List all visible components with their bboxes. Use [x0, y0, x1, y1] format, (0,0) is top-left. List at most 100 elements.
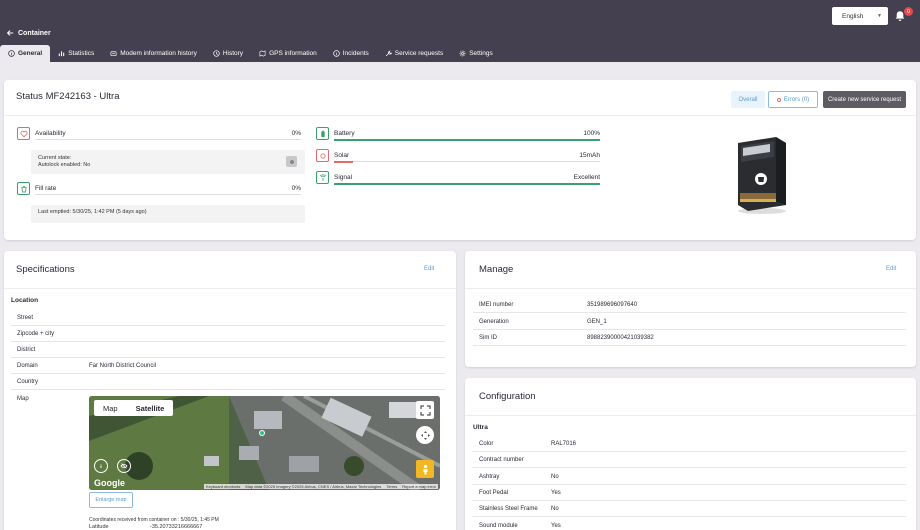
ashtray-value: No: [551, 473, 559, 480]
solar-value: 15mAh: [579, 152, 600, 159]
info-icon: [100, 464, 102, 468]
tab-label: Service requests: [394, 50, 444, 57]
heart-icon: [17, 127, 30, 140]
bar-chart-icon: [59, 51, 65, 57]
tab-general[interactable]: General: [0, 45, 51, 62]
map-info-button[interactable]: [94, 459, 108, 473]
specifications-edit-link[interactable]: Edit: [424, 266, 434, 272]
tab-history[interactable]: History: [205, 45, 251, 62]
signal-metric: Signal Excellent: [316, 171, 600, 185]
tab-statistics[interactable]: Statistics: [50, 45, 102, 62]
tab-incidents[interactable]: Incidents: [325, 45, 377, 62]
battery-label: Battery: [334, 130, 355, 137]
status-card: Status MF242163 - Ultra Overall Errors (…: [4, 80, 916, 240]
map-camera-control[interactable]: [416, 426, 434, 444]
color-key: Color: [479, 440, 494, 447]
errors-filter-button[interactable]: Errors (0): [768, 91, 818, 108]
map-location-marker[interactable]: [259, 430, 265, 436]
signal-bar-fill: [334, 182, 600, 185]
coordinates-received-text: Coordinates received from container on :…: [89, 517, 219, 523]
tab-label: Incidents: [342, 50, 369, 57]
contract-number-key: Contract number: [479, 456, 524, 463]
availability-value: 0%: [291, 130, 301, 137]
divider: [465, 288, 916, 289]
keyboard-shortcuts-link[interactable]: Keyboard shortcuts: [206, 484, 240, 489]
map-data-text: Map data ©2025 Imagery ©2025 Airbus, CNE…: [245, 484, 382, 489]
stainless-steel-frame-key: Stainless Steel Frame: [479, 505, 538, 512]
tab-label: History: [222, 50, 244, 57]
location-section-label: Location: [11, 297, 39, 304]
sim-id-value: 89882390000421039382: [587, 334, 654, 341]
errors-label: Errors (0): [783, 96, 810, 103]
eye-off-icon: [120, 463, 128, 469]
divider: [465, 415, 916, 416]
info-icon: [8, 50, 15, 57]
fill-rate-label: Fill rate: [35, 185, 57, 192]
fullscreen-button[interactable]: [416, 401, 434, 419]
latitude-value: -35.20733216666667: [150, 524, 203, 530]
map-type-map-button[interactable]: Map: [94, 400, 127, 416]
map-type-satellite-button[interactable]: Satellite: [127, 400, 174, 416]
country-row: Country: [11, 374, 445, 390]
current-state-box: Current state: Autolock enabled: No: [31, 150, 305, 174]
manage-edit-link[interactable]: Edit: [886, 266, 896, 272]
sound-module-row: Sound module Yes: [473, 518, 906, 530]
overall-filter-button[interactable]: Overall: [731, 91, 765, 108]
location-map[interactable]: Map Satellite Google Keyboard shortcuts …: [89, 396, 440, 490]
solar-label: Solar: [334, 152, 350, 159]
country-key: Country: [17, 378, 39, 385]
battery-bar-fill: [334, 138, 600, 141]
back-link[interactable]: Container: [6, 29, 51, 37]
language-value: English: [842, 12, 864, 20]
battery-metric: Battery 100%: [316, 127, 600, 141]
sim-id-key: Sim ID: [479, 334, 497, 341]
container-product-image: [738, 137, 786, 214]
district-key: District: [17, 346, 36, 353]
street-view-pegman[interactable]: [416, 460, 434, 478]
stainless-steel-frame-value: No: [551, 505, 559, 512]
street-key: Street: [17, 314, 34, 321]
tab-service-requests[interactable]: Service requests: [377, 45, 451, 62]
latitude-key: Latitude: [89, 524, 109, 530]
map-visibility-button[interactable]: [117, 459, 131, 473]
map-type-control: Map Satellite: [94, 400, 174, 416]
create-service-request-button[interactable]: Create new service request: [823, 91, 906, 108]
sun-icon: [316, 149, 329, 162]
enlarge-map-button[interactable]: Enlarge map: [89, 492, 133, 508]
current-state-action-button[interactable]: [286, 156, 297, 167]
status-title: Status MF242163 - Ultra: [16, 91, 120, 102]
domain-row: Domain Far North District Council: [11, 358, 445, 374]
divider: [4, 115, 916, 116]
report-error-link[interactable]: Report a map error: [402, 484, 436, 489]
terms-link[interactable]: Terms: [386, 484, 397, 489]
tab-label: GPS information: [269, 50, 317, 57]
imei-key: IMEI number: [479, 301, 514, 308]
signal-icon: [316, 171, 329, 184]
autolock-text: Autolock enabled: No: [38, 162, 91, 169]
tab-modem-information-history[interactable]: Modem information history: [102, 45, 205, 62]
tab-settings[interactable]: Settings: [451, 45, 501, 62]
language-select[interactable]: English ▼: [832, 7, 888, 25]
fill-rate-bar: [35, 194, 301, 195]
tab-label: Settings: [469, 50, 493, 57]
google-logo: Google: [94, 478, 125, 488]
street-row: Street: [11, 310, 445, 326]
foot-pedal-row: Foot Pedal Yes: [473, 485, 906, 501]
generation-row: Generation GEN_1: [473, 314, 906, 330]
battery-value: 100%: [583, 130, 600, 137]
availability-metric: Availability 0%: [17, 127, 301, 141]
district-row: District: [11, 342, 445, 358]
map-icon: [259, 50, 266, 57]
signal-value: Excellent: [573, 174, 600, 181]
foot-pedal-value: Yes: [551, 489, 561, 496]
stainless-steel-frame-row: Stainless Steel Frame No: [473, 501, 906, 517]
info-icon: [333, 50, 340, 57]
divider: [4, 288, 456, 289]
tab-bar: General Statistics Modem information his…: [0, 45, 501, 62]
tab-gps-information[interactable]: GPS information: [251, 45, 325, 62]
chevron-down-icon: ▼: [877, 13, 882, 19]
configuration-title: Configuration: [479, 391, 536, 402]
sim-id-row: Sim ID 89882390000421039382: [473, 330, 906, 346]
color-row: Color RAL7016: [473, 436, 906, 452]
domain-key: Domain: [17, 362, 38, 369]
